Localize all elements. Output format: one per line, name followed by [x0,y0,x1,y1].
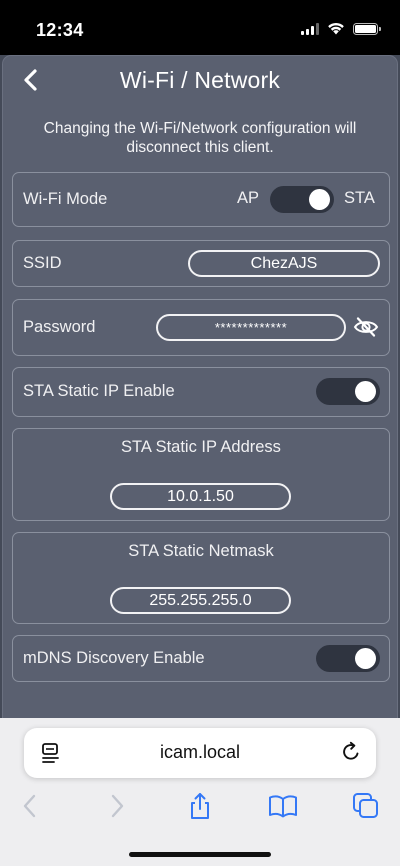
password-label: Password [23,318,96,336]
toggle-knob [355,648,376,669]
ssid-input[interactable]: ChezAJS [188,250,380,277]
status-icons [301,22,381,35]
address-bar[interactable]: icam.local [24,728,376,778]
wifi-mode-row: Wi-Fi Mode AP STA [12,172,390,227]
toggle-knob [309,189,330,210]
sta-static-ip-address-row: STA Static IP Address 10.0.1.50 [12,428,390,521]
wifi-mode-sta-label: STA [344,189,375,207]
forward-arrow-icon[interactable] [102,792,130,820]
ssid-row: SSID ChezAJS [12,240,390,287]
hide-password-eye-icon[interactable] [353,316,379,338]
bookmarks-icon[interactable] [268,792,298,820]
browser-toolbar: icam.local [0,718,400,866]
header: Wi-Fi / Network [3,56,397,104]
battery-icon [353,22,381,35]
settings-panel: Wi-Fi / Network Changing the Wi-Fi/Netwo… [2,55,398,718]
tabs-icon[interactable] [352,792,380,820]
password-input[interactable]: ************* [156,314,346,341]
sta-static-ip-enable-row: STA Static IP Enable [12,367,390,417]
page-title: Wi-Fi / Network [119,67,281,93]
sta-static-ip-address-label: STA Static IP Address [121,438,281,456]
home-indicator [129,852,271,857]
share-icon[interactable] [186,792,214,820]
sta-static-netmask-input[interactable]: 255.255.255.0 [110,587,291,614]
reload-icon[interactable] [340,741,362,763]
sta-static-ip-address-input[interactable]: 10.0.1.50 [110,483,291,510]
ssid-label: SSID [23,254,62,272]
mdns-discovery-enable-toggle[interactable] [316,645,380,672]
wifi-mode-label: Wi-Fi Mode [23,190,108,208]
status-bar: 12:34 [0,0,400,55]
status-time: 12:34 [36,20,84,40]
wifi-mode-toggle[interactable] [270,186,334,213]
sta-static-netmask-label: STA Static Netmask [128,542,274,560]
url-text: icam.local [159,742,241,762]
sta-static-ip-enable-toggle[interactable] [316,378,380,405]
password-row: Password ************* [12,299,390,356]
mdns-discovery-enable-label: mDNS Discovery Enable [23,649,205,667]
wifi-icon [328,22,344,35]
mdns-discovery-enable-row: mDNS Discovery Enable [12,635,390,682]
back-arrow-icon[interactable] [17,792,45,820]
toggle-knob [355,381,376,402]
sta-static-netmask-row: STA Static Netmask 255.255.255.0 [12,532,390,624]
page-background: Wi-Fi / Network Changing the Wi-Fi/Netwo… [0,55,400,718]
disconnect-warning: Changing the Wi-Fi/Network configuration… [43,120,357,156]
wifi-mode-ap-label: AP [237,189,260,207]
cellular-signal-icon [301,22,319,35]
sta-static-ip-enable-label: STA Static IP Enable [23,382,175,400]
